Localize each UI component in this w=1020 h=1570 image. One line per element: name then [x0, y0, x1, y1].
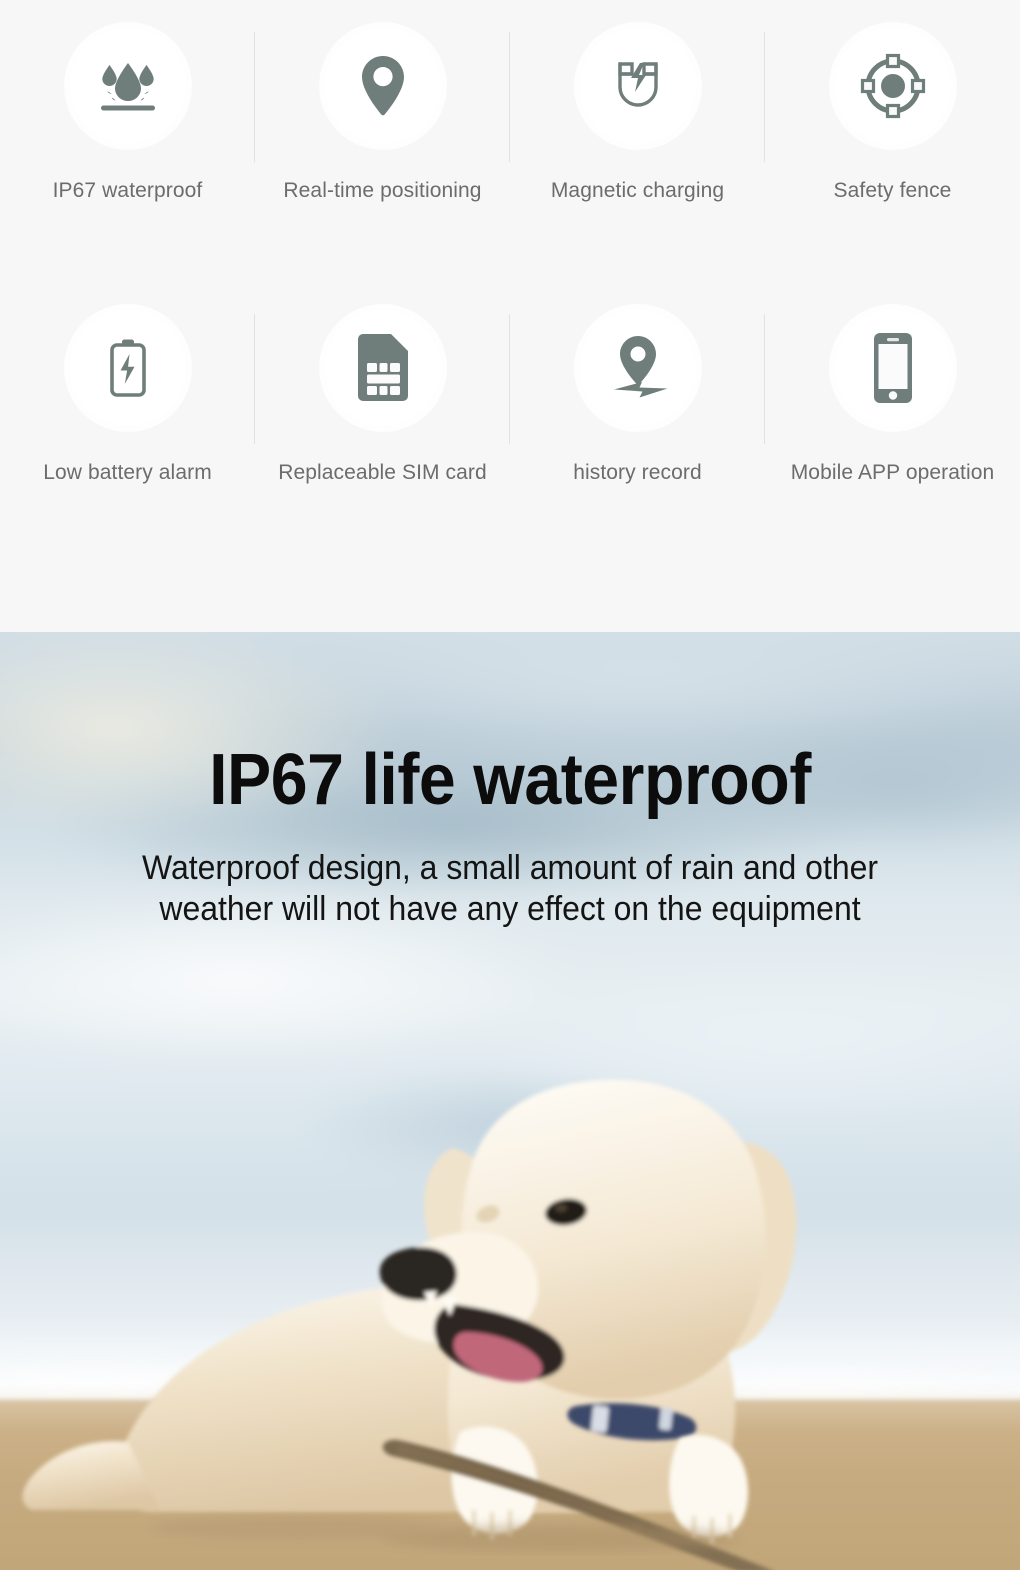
map-pin-icon: [318, 22, 447, 150]
sim-card-icon: [318, 304, 447, 432]
feature-item-low-battery-alarm[interactable]: Low battery alarm: [0, 300, 255, 530]
hero-text-block: IP67 life waterproof Waterproof design, …: [0, 744, 1020, 931]
feature-label: history record: [573, 461, 702, 484]
feature-label: IP67 waterproof: [52, 179, 203, 202]
history-route-icon: [573, 304, 702, 432]
low-battery-icon: [63, 304, 192, 432]
magnet-charging-icon: [573, 22, 702, 150]
feature-label: Real-time positioning: [283, 179, 482, 202]
feature-item-history-record[interactable]: history record: [510, 300, 765, 530]
feature-label: Replaceable SIM card: [278, 461, 487, 484]
feature-item-mobile-app-operation[interactable]: Mobile APP operation: [765, 300, 1020, 530]
feature-label: Low battery alarm: [43, 461, 212, 484]
feature-item-real-time-positioning[interactable]: Real-time positioning: [255, 18, 510, 248]
feature-item-magnetic-charging[interactable]: Magnetic charging: [510, 18, 765, 248]
hero-subtitle: Waterproof design, a small amount of rai…: [141, 849, 879, 929]
feature-grid: IP67 waterproof Real-time positioning Ma…: [0, 0, 1020, 632]
feature-item-safety-fence[interactable]: Safety fence: [765, 18, 1020, 248]
product-feature-page: IP67 waterproof Real-time positioning Ma…: [0, 0, 1020, 1570]
feature-item-replaceable-sim-card[interactable]: Replaceable SIM card: [255, 300, 510, 530]
mobile-phone-icon: [828, 304, 957, 432]
feature-label: Safety fence: [833, 179, 952, 202]
safety-fence-icon: [828, 22, 957, 150]
waterproof-drops-icon: [63, 22, 192, 150]
feature-row-2: Low battery alarm Replaceable SIM card h…: [0, 300, 1020, 530]
feature-row-1: IP67 waterproof Real-time positioning Ma…: [0, 18, 1020, 248]
hero-title: IP67 life waterproof: [209, 740, 811, 820]
hero-banner: IP67 life waterproof Waterproof design, …: [0, 632, 1020, 1570]
feature-label: Mobile APP operation: [790, 461, 995, 484]
feature-item-ip67-waterproof[interactable]: IP67 waterproof: [0, 18, 255, 248]
feature-label: Magnetic charging: [550, 179, 725, 202]
